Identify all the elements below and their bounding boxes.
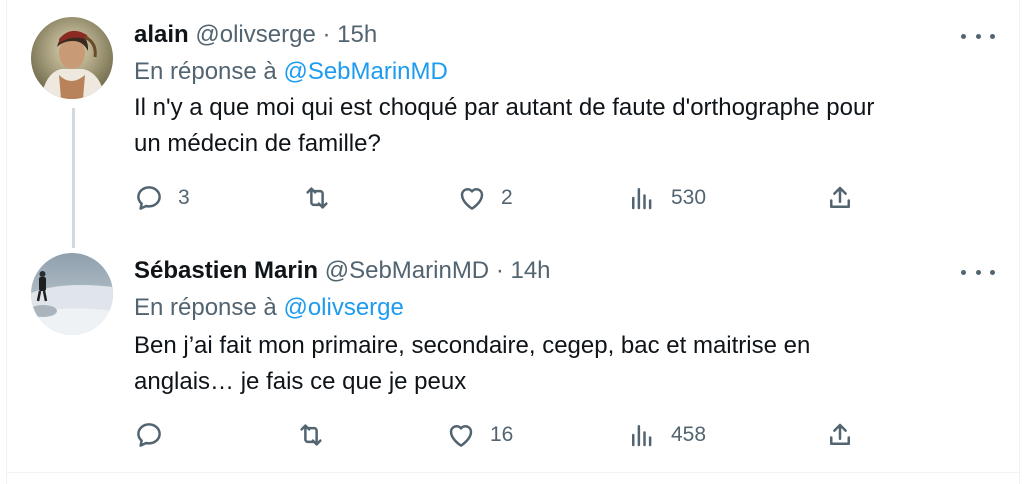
avatar[interactable]: [31, 253, 113, 335]
avatar-image: [31, 253, 113, 335]
heart-icon: [460, 188, 484, 210]
timestamp[interactable]: 15h: [337, 21, 377, 48]
reply-button[interactable]: [134, 420, 178, 450]
view-count: 530: [671, 186, 707, 209]
like-button[interactable]: 2: [457, 183, 513, 213]
handle[interactable]: @olivserge: [195, 21, 315, 48]
divider: [6, 472, 1020, 473]
reply-icon: [137, 423, 161, 447]
separator-dot: ·: [495, 257, 504, 284]
reply-prefix: En réponse à: [134, 294, 277, 321]
tweet-text-line: anglais… je fais ce que je peux: [134, 368, 467, 395]
display-name[interactable]: Sébastien Marin: [134, 257, 318, 284]
reply-context: En réponse à @SebMarinMD: [134, 57, 448, 87]
like-count: 16: [490, 423, 514, 446]
reply-mention-link[interactable]: @SebMarinMD: [283, 58, 447, 85]
reply-button[interactable]: 3: [134, 183, 190, 213]
share-button[interactable]: [825, 420, 855, 450]
views-button[interactable]: 530: [627, 183, 706, 213]
avatar-image: [31, 17, 113, 99]
heart-icon: [449, 425, 473, 447]
tweet-text: Il n'y a que moi qui est choqué par auta…: [134, 90, 994, 162]
tweet-text-line: Il n'y a que moi qui est choqué par auta…: [134, 94, 875, 121]
share-button[interactable]: [825, 183, 855, 213]
views-icon: [632, 425, 652, 447]
view-count: 458: [671, 423, 707, 446]
reply-icon: [137, 186, 161, 210]
views-button[interactable]: 458: [627, 420, 706, 450]
display-name[interactable]: alain: [134, 21, 189, 48]
like-button[interactable]: 16: [446, 420, 513, 450]
tweet-text-line: Ben j’ai fait mon primaire, secondaire, …: [134, 332, 811, 359]
avatar[interactable]: [31, 17, 113, 99]
reply-count: 3: [178, 186, 190, 209]
tweet-header: Sébastien Marin @SebMarinMD · 14h: [134, 256, 551, 286]
thread-connector: [72, 108, 75, 248]
timestamp[interactable]: 14h: [510, 257, 550, 284]
like-count: 2: [501, 186, 513, 209]
retweet-icon: [300, 424, 322, 446]
share-icon: [830, 186, 850, 208]
handle[interactable]: @SebMarinMD: [325, 257, 489, 284]
retweet-button[interactable]: [296, 420, 340, 450]
separator-dot: ·: [322, 21, 331, 48]
tweet-text-line: un médecin de famille?: [134, 130, 381, 157]
retweet-button[interactable]: [302, 183, 346, 213]
tweet-text: Ben j’ai fait mon primaire, secondaire, …: [134, 328, 994, 400]
reply-prefix: En réponse à: [134, 58, 277, 85]
reply-context: En réponse à @olivserge: [134, 293, 404, 323]
tweet-header: alain @olivserge · 15h: [134, 20, 377, 50]
share-icon: [830, 423, 850, 445]
retweet-icon: [306, 187, 328, 209]
more-icon[interactable]: [961, 262, 995, 282]
more-icon[interactable]: [961, 26, 995, 46]
reply-mention-link[interactable]: @olivserge: [283, 294, 403, 321]
views-icon: [632, 188, 652, 210]
